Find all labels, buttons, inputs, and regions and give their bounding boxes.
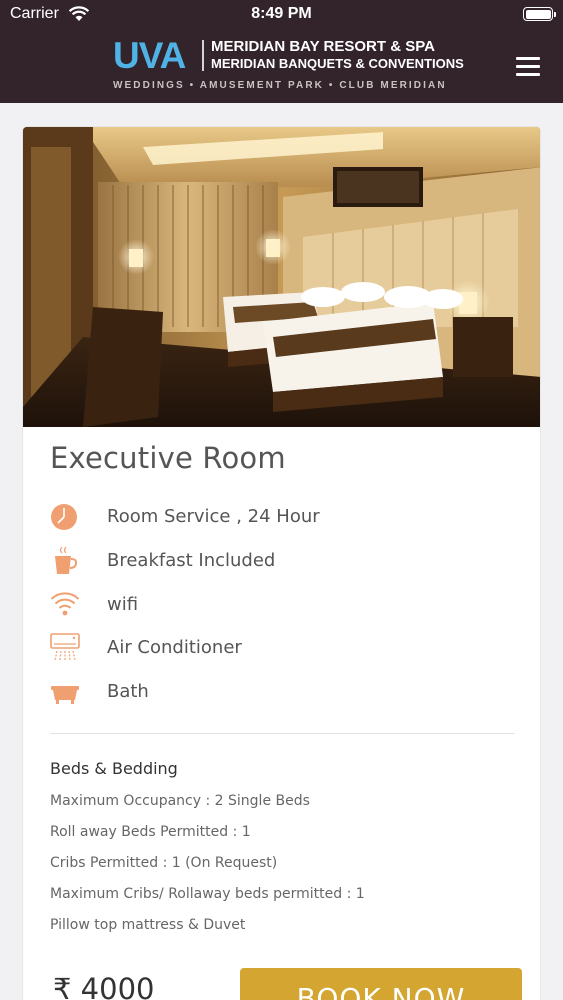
room-price: ₹ 4000: [53, 972, 155, 1000]
logo-tagline: WEDDINGS • AMUSEMENT PARK • CLUB MERIDIA…: [113, 80, 447, 91]
bed-info-line: Roll away Beds Permitted : 1: [50, 824, 251, 840]
clock-icon: [51, 504, 77, 530]
room-title: Executive Room: [50, 441, 286, 475]
hamburger-menu-icon[interactable]: [514, 55, 542, 77]
status-time: 8:49 PM: [251, 5, 312, 22]
logo-divider: [202, 40, 204, 71]
amenity-label: Bath: [107, 681, 149, 702]
app-header: Carrier 8:49 PM UVA MERIDIAN BAY RESORT …: [0, 0, 563, 103]
beds-section-title: Beds & Bedding: [50, 759, 178, 778]
air-conditioner-icon: [50, 633, 80, 661]
amenity-air-conditioner: Air Conditioner: [50, 632, 520, 666]
logo-line-1: MERIDIAN BAY RESORT & SPA: [211, 38, 435, 55]
bathtub-icon: [51, 686, 79, 704]
coffee-cup-icon: [55, 546, 78, 574]
logo-mark: UVA: [113, 35, 186, 76]
logo-line-2: MERIDIAN BANQUETS & CONVENTIONS: [211, 56, 464, 71]
amenity-label: wifi: [107, 594, 139, 615]
resort-logo[interactable]: UVA MERIDIAN BAY RESORT & SPA MERIDIAN B…: [113, 35, 464, 94]
battery-icon: [523, 7, 556, 21]
status-bar: Carrier 8:49 PM: [0, 0, 563, 30]
amenity-room-service: Room Service , 24 Hour: [50, 501, 520, 535]
amenity-label: Room Service , 24 Hour: [107, 506, 320, 527]
amenity-wifi: wifi: [50, 589, 520, 623]
book-now-button[interactable]: BOOK NOW: [240, 968, 522, 1000]
bed-info-line: Pillow top mattress & Duvet: [50, 917, 246, 933]
bed-info-line: Cribs Permitted : 1 (On Request): [50, 855, 278, 871]
amenity-label: Breakfast Included: [107, 550, 276, 571]
room-card: Executive Room Room Service , 24 Hour Br…: [22, 126, 541, 1000]
bed-info-line: Maximum Occupancy : 2 Single Beds: [50, 793, 310, 809]
amenity-bath: Bath: [50, 676, 520, 710]
hotel-room-photo: [23, 127, 540, 427]
section-divider: [50, 733, 515, 734]
wifi-icon: [50, 592, 80, 616]
amenity-label: Air Conditioner: [107, 637, 242, 658]
amenity-breakfast: Breakfast Included: [50, 545, 520, 579]
bed-info-line: Maximum Cribs/ Rollaway beds permitted :…: [50, 886, 365, 902]
